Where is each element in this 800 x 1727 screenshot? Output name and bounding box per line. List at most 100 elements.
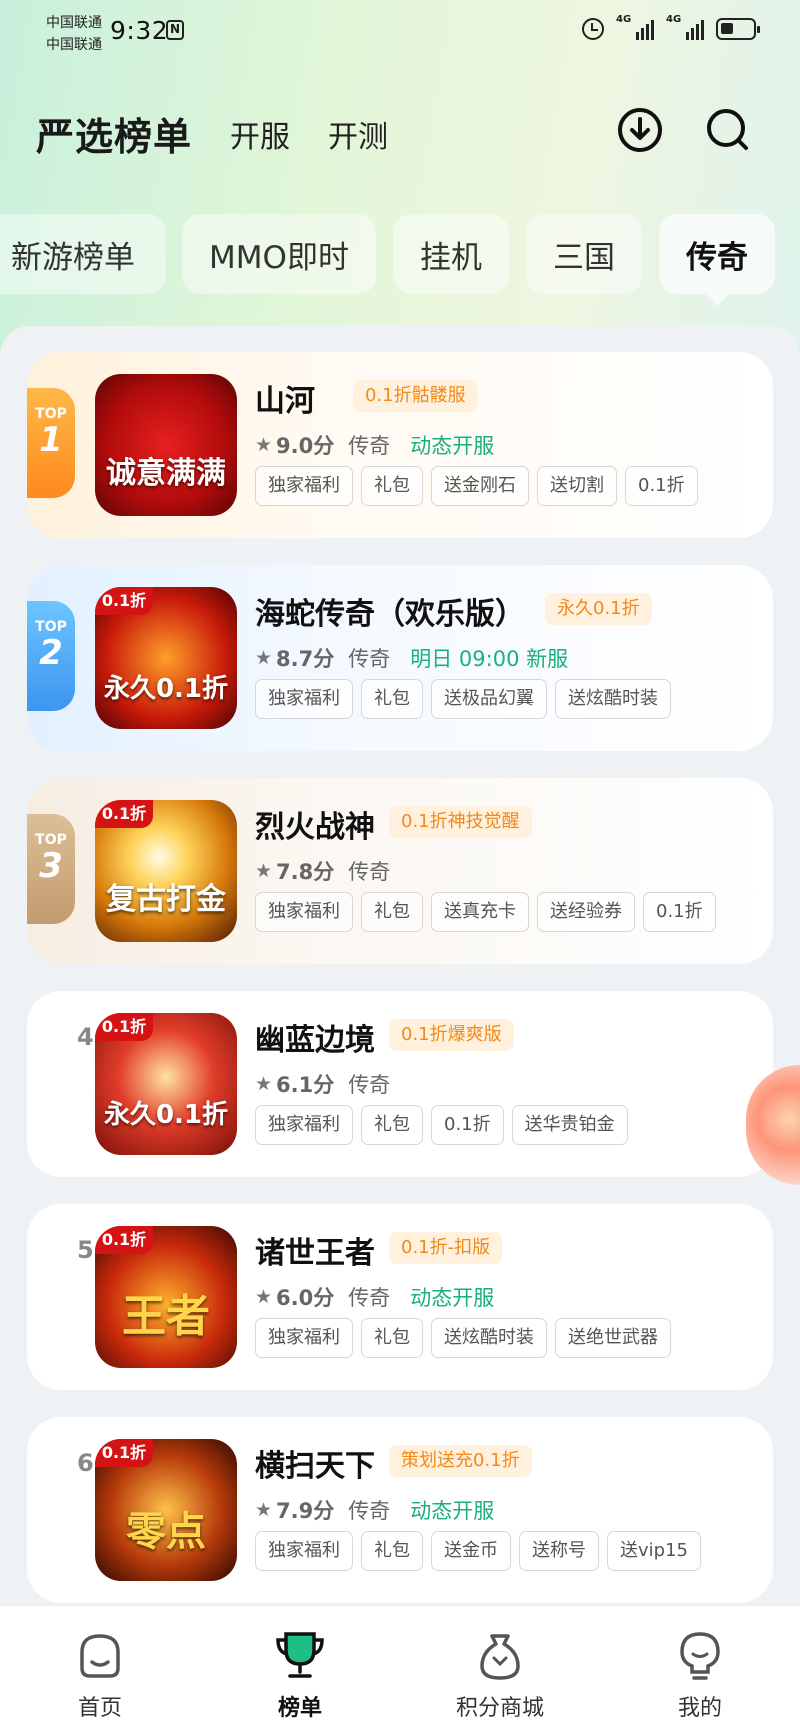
star-icon: ★: [255, 1499, 273, 1521]
game-name: 烈火战神: [255, 810, 375, 845]
tag: 送华贵铂金: [511, 1105, 628, 1145]
game-card[interactable]: 4 0.1折 永久0.1折 幽蓝边境 0.1折爆爽版 ★ 6.1分 传奇 独家福…: [27, 991, 773, 1177]
star-icon: ★: [255, 1073, 273, 1095]
tag: 送真充卡: [431, 892, 529, 932]
rank-number: 4: [77, 1023, 94, 1051]
tag: 礼包: [361, 892, 423, 932]
tag-list: 独家福利 礼包 送真充卡 送经验券 0.1折: [255, 892, 716, 932]
game-card[interactable]: 6 0.1折 零点 横扫天下 策划送充0.1折 ★ 7.9分 传奇 动态开服 独…: [27, 1417, 773, 1603]
tag: 送称号: [519, 1531, 599, 1571]
download-icon[interactable]: [616, 106, 664, 154]
game-genre: 传奇: [348, 1073, 391, 1097]
tag: 独家福利: [255, 1318, 353, 1358]
promo-badge: 0.1折骷髅服: [353, 380, 478, 412]
game-name: 海蛇传奇（欢乐版）: [255, 597, 525, 632]
tag: 独家福利: [255, 466, 353, 506]
game-name: 横扫天下: [255, 1449, 375, 1484]
promo-badge: 永久0.1折: [545, 593, 652, 625]
game-card[interactable]: TOP 3 0.1折 复古打金 烈火战神 0.1折神技觉醒 ★ 7.8分 传奇 …: [27, 778, 773, 964]
star-icon: ★: [255, 860, 273, 882]
tag-list: 独家福利 礼包 送金刚石 送切割 0.1折: [255, 466, 698, 506]
game-meta: ★ 7.8分 传奇: [255, 856, 410, 886]
tab-open-server[interactable]: 开服: [230, 112, 290, 156]
tag: 送vip15: [607, 1531, 701, 1571]
tab-mmo[interactable]: MMO即时: [182, 214, 376, 294]
tag: 送切割: [537, 466, 617, 506]
page-header: 严选榜单 开服 开测: [0, 96, 800, 166]
game-icon[interactable]: 诚意满满: [95, 374, 237, 516]
promo-badge: 0.1折神技觉醒: [389, 806, 532, 838]
tab-open-test[interactable]: 开测: [328, 112, 388, 156]
tab-legend[interactable]: 传奇: [659, 214, 775, 306]
game-card[interactable]: TOP 2 0.1折 永久0.1折 海蛇传奇（欢乐版） 永久0.1折 ★ 8.7…: [27, 565, 773, 751]
tag: 0.1折: [431, 1105, 504, 1145]
tag: 独家福利: [255, 892, 353, 932]
tag: 0.1折: [625, 466, 698, 506]
game-genre: 传奇: [348, 860, 391, 884]
tag-list: 独家福利 礼包 送金币 送称号 送vip15: [255, 1531, 701, 1571]
battery-icon: [716, 18, 760, 40]
game-icon[interactable]: 0.1折 永久0.1折: [95, 587, 237, 729]
game-genre: 传奇: [348, 1286, 391, 1310]
rank-badge: TOP 1: [27, 388, 75, 498]
game-meta: ★ 6.0分 传奇 动态开服: [255, 1282, 494, 1312]
nav-ranking[interactable]: 榜单: [220, 1606, 380, 1727]
game-genre: 传奇: [348, 434, 391, 458]
nav-points-mall[interactable]: 积分商城: [420, 1606, 580, 1727]
tab-new-games[interactable]: 新游榜单: [0, 214, 166, 294]
star-icon: ★: [255, 647, 273, 669]
signal-icon: 4G: [616, 14, 654, 40]
star-icon: ★: [255, 1286, 273, 1308]
bottom-nav: 首页 榜单 积分商城 我的: [0, 1605, 800, 1727]
profile-bulb-icon: [680, 1632, 720, 1680]
game-meta: ★ 7.9分 传奇 动态开服: [255, 1495, 494, 1525]
tag-list: 独家福利 礼包 送极品幻翼 送炫酷时装: [255, 679, 671, 719]
page-title: 严选榜单: [36, 115, 193, 159]
nav-profile[interactable]: 我的: [620, 1606, 780, 1727]
promo-badge: 0.1折-扣版: [389, 1232, 503, 1264]
money-bag-icon: [480, 1634, 520, 1680]
game-meta: ★ 6.1分 传奇: [255, 1069, 410, 1099]
trophy-icon: [276, 1632, 324, 1678]
tag: 送极品幻翼: [431, 679, 547, 719]
promo-badge: 策划送充0.1折: [389, 1445, 532, 1477]
search-icon[interactable]: [704, 106, 752, 154]
tag: 送炫酷时装: [555, 679, 671, 719]
carrier-label: 中国联通: [46, 37, 102, 53]
tab-three-kingdoms[interactable]: 三国: [526, 214, 642, 294]
game-name: 山河: [255, 384, 315, 419]
signal-icon: 4G: [666, 14, 704, 40]
game-card[interactable]: 5 0.1折 王者 诸世王者 0.1折-扣版 ★ 6.0分 传奇 动态开服 独家…: [27, 1204, 773, 1390]
game-icon[interactable]: 0.1折 永久0.1折: [95, 1013, 237, 1155]
server-status: 动态开服: [410, 434, 495, 458]
tag: 送绝世武器: [555, 1318, 671, 1358]
game-score: 6.1分: [276, 1073, 335, 1097]
game-icon[interactable]: 0.1折 零点: [95, 1439, 237, 1581]
rank-badge: TOP 3: [27, 814, 75, 924]
game-icon[interactable]: 0.1折 复古打金: [95, 800, 237, 942]
tag: 礼包: [361, 466, 423, 506]
tag: 礼包: [361, 679, 423, 719]
game-meta: ★ 9.0分 传奇 动态开服: [255, 430, 494, 460]
clock: 9:32: [110, 16, 169, 45]
nav-home[interactable]: 首页: [20, 1606, 180, 1727]
rank-number: 6: [77, 1449, 94, 1477]
game-name: 幽蓝边境: [255, 1023, 375, 1058]
server-status: 明日 09:00 新服: [410, 647, 569, 671]
game-card[interactable]: TOP 1 诚意满满 山河 0.1折骷髅服 ★ 9.0分 传奇 动态开服 独家福…: [27, 352, 773, 538]
game-score: 7.9分: [276, 1499, 335, 1523]
tag-list: 独家福利 礼包 送炫酷时装 送绝世武器: [255, 1318, 671, 1358]
tag: 0.1折: [643, 892, 716, 932]
tag: 独家福利: [255, 1531, 353, 1571]
game-meta: ★ 8.7分 传奇 明日 09:00 新服: [255, 643, 568, 673]
game-genre: 传奇: [348, 1499, 391, 1523]
status-bar: 中国联通 中国联通 9:32 N 4G 4G: [0, 0, 800, 66]
home-face-icon: [80, 1634, 120, 1678]
tag: 送经验券: [537, 892, 635, 932]
game-score: 9.0分: [276, 434, 335, 458]
promo-badge: 0.1折爆爽版: [389, 1019, 514, 1051]
game-icon[interactable]: 0.1折 王者: [95, 1226, 237, 1368]
server-status: 动态开服: [410, 1286, 495, 1310]
tab-idle[interactable]: 挂机: [393, 214, 509, 294]
game-score: 7.8分: [276, 860, 335, 884]
